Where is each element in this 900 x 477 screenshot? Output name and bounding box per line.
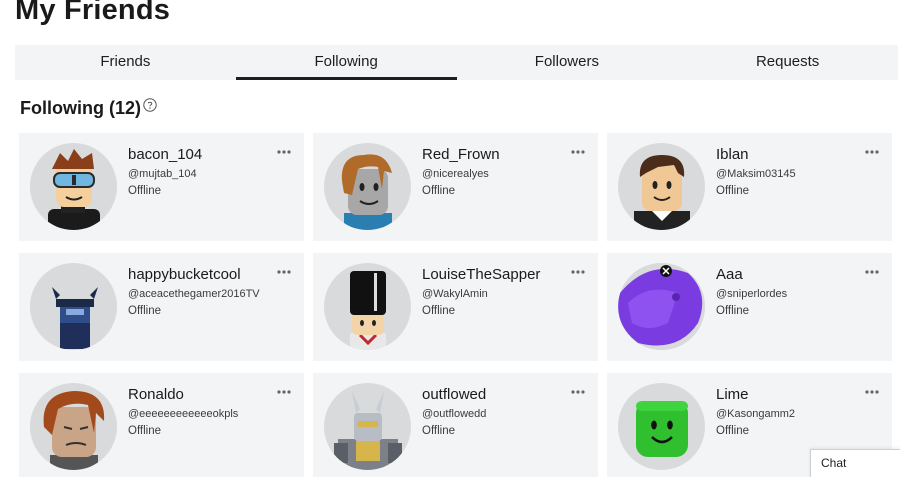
friend-name[interactable]: bacon_104	[128, 146, 202, 163]
friend-handle: @WakylAmin	[422, 288, 488, 300]
friend-handle: @eeeeeeeeeeeeokpls	[128, 408, 239, 420]
avatar[interactable]	[618, 383, 705, 470]
friend-name[interactable]: Lime	[716, 386, 749, 403]
avatar-goggles-icon	[48, 149, 100, 230]
tab-followers[interactable]: Followers	[457, 45, 678, 80]
more-options-icon[interactable]	[864, 264, 880, 274]
avatar[interactable]	[30, 143, 117, 230]
avatar-ginger-hair-icon	[43, 391, 105, 470]
more-options-icon[interactable]	[570, 144, 586, 154]
avatar-green-head-icon	[636, 401, 688, 457]
avatar-armored-icon	[334, 391, 402, 470]
avatar[interactable]	[324, 263, 411, 350]
question-circle-icon[interactable]	[143, 96, 157, 112]
friend-card[interactable]: bacon_104 @mujtab_104 Offline	[19, 133, 304, 241]
more-options-icon[interactable]	[864, 384, 880, 394]
presence-status: Offline	[716, 305, 750, 317]
avatar[interactable]	[618, 263, 705, 350]
presence-status: Offline	[716, 425, 750, 437]
more-options-icon[interactable]	[570, 384, 586, 394]
avatar[interactable]	[324, 143, 411, 230]
presence-status: Offline	[128, 185, 162, 197]
avatar-brown-hair-icon	[634, 155, 690, 230]
avatar-purple-creature-icon	[618, 263, 705, 350]
friend-handle: @sniperlordes	[716, 288, 788, 300]
presence-status: Offline	[128, 305, 162, 317]
more-options-icon[interactable]	[570, 264, 586, 274]
chat-button[interactable]: Chat	[810, 449, 900, 477]
avatar[interactable]	[30, 383, 117, 470]
friend-name[interactable]: LouiseTheSapper	[422, 266, 540, 283]
tab-requests[interactable]: Requests	[677, 45, 898, 80]
friend-name[interactable]: Aaa	[716, 266, 743, 283]
section-title: Following (12)	[20, 98, 141, 118]
friend-handle: @aceacethegamer2016TV	[128, 288, 260, 300]
more-options-icon[interactable]	[276, 384, 292, 394]
friend-name[interactable]: outflowed	[422, 386, 486, 403]
friend-name[interactable]: happybucketcool	[128, 266, 241, 283]
more-options-icon[interactable]	[276, 144, 292, 154]
friend-handle: @mujtab_104	[128, 168, 197, 180]
friend-card[interactable]: outflowed @outflowedd Offline	[313, 373, 598, 477]
more-options-icon[interactable]	[864, 144, 880, 154]
avatar[interactable]	[324, 383, 411, 470]
more-options-icon[interactable]	[276, 264, 292, 274]
friend-card[interactable]: Aaa @sniperlordes Offline	[607, 253, 892, 361]
friend-name[interactable]: Iblan	[716, 146, 749, 163]
page-title: My Friends	[15, 0, 171, 26]
friend-card[interactable]: Red_Frown @nicerealyes Offline	[313, 133, 598, 241]
friend-name[interactable]: Red_Frown	[422, 146, 500, 163]
presence-status: Offline	[422, 185, 456, 197]
presence-status: Offline	[422, 425, 456, 437]
presence-status: Offline	[128, 425, 162, 437]
friend-handle: @Kasongamm2	[716, 408, 796, 420]
friend-name[interactable]: Ronaldo	[128, 386, 184, 403]
presence-status: Offline	[716, 185, 750, 197]
friend-handle: @outflowedd	[422, 408, 487, 420]
friend-handle: @Maksim03145	[716, 168, 796, 180]
avatar-tall-hat-icon	[350, 271, 386, 350]
friend-card[interactable]: Ronaldo @eeeeeeeeeeeeokpls Offline	[19, 373, 304, 477]
avatar-horned-helmet-icon	[52, 287, 98, 349]
avatar[interactable]	[30, 263, 117, 350]
friend-handle: @nicerealyes	[422, 168, 489, 180]
tab-following[interactable]: Following	[235, 45, 457, 80]
friend-card[interactable]: Iblan @Maksim03145 Offline	[607, 133, 892, 241]
friends-tabs: Friends Following Followers Requests	[15, 45, 898, 80]
tab-friends[interactable]: Friends	[15, 45, 236, 80]
avatar[interactable]	[618, 143, 705, 230]
friend-card[interactable]: LouiseTheSapper @WakylAmin Offline	[313, 253, 598, 361]
avatar-bacon-hair-icon	[341, 154, 392, 230]
presence-status: Offline	[422, 305, 456, 317]
friend-card[interactable]: happybucketcool @aceacethegamer2016TV Of…	[19, 253, 304, 361]
section-header: Following (12)	[20, 98, 157, 119]
